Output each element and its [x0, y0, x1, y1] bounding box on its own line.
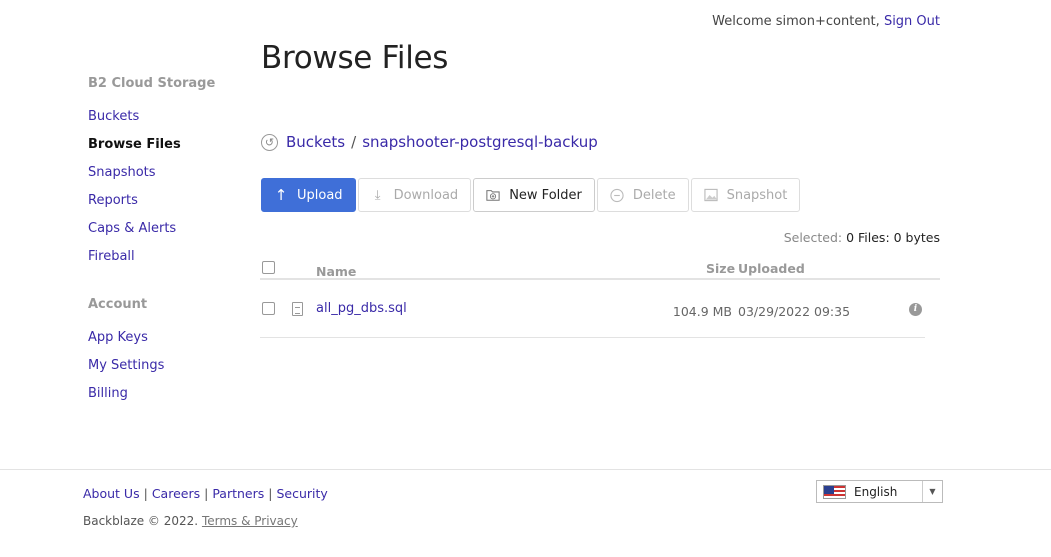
back-icon[interactable]: ↺ — [261, 133, 278, 151]
file-size: 104.9 MB — [672, 304, 732, 319]
image-icon — [703, 188, 718, 202]
sidebar-item-fireball[interactable]: Fireball — [88, 243, 248, 271]
select-all-checkbox[interactable] — [262, 261, 275, 274]
main-content: Browse Files — [261, 40, 941, 76]
column-size[interactable]: Size — [706, 261, 735, 276]
footer: About Us | Careers | Partners | Security Backb… — [0, 469, 1051, 557]
arrow-up-icon: ↑ — [274, 186, 288, 204]
new-folder-button[interactable]: New Folder — [473, 178, 595, 212]
footer-links: About Us | Careers | Partners | Security — [83, 486, 328, 501]
welcome-text: Welcome simon+content, — [712, 14, 880, 29]
folder-plus-icon — [486, 188, 500, 202]
sidebar-item-my-settings[interactable]: My Settings — [88, 352, 248, 380]
selection-value: 0 Files: 0 bytes — [846, 230, 940, 245]
delete-button[interactable]: Delete — [596, 178, 689, 212]
copyright-text: Backblaze © 2022. — [83, 514, 199, 528]
footer-careers-link[interactable]: Careers — [152, 486, 200, 501]
download-button[interactable]: ⤓ Download — [357, 178, 472, 212]
column-uploaded[interactable]: Uploaded — [738, 261, 805, 276]
selection-label: Selected: — [783, 230, 843, 245]
info-icon[interactable]: i — [909, 303, 922, 316]
sign-out-link[interactable]: Sign Out — [884, 14, 940, 29]
breadcrumb-buckets-link[interactable]: Buckets — [286, 133, 345, 151]
footer-separator: | — [268, 486, 273, 501]
sidebar-item-snapshots[interactable]: Snapshots — [88, 159, 248, 187]
upload-button[interactable]: ↑ Upload — [261, 178, 356, 212]
language-label: English — [854, 484, 898, 499]
top-bar: Welcome simon+content, Sign Out — [712, 14, 940, 29]
snapshot-label: Snapshot — [726, 187, 788, 203]
sidebar-heading-storage: B2 Cloud Storage — [88, 76, 216, 91]
footer-partners-link[interactable]: Partners — [212, 486, 264, 501]
chevron-down-icon[interactable]: ▼ — [922, 481, 942, 502]
column-name[interactable]: Name — [316, 264, 356, 279]
new-folder-label: New Folder — [509, 187, 582, 203]
file-icon — [292, 302, 303, 316]
table-header: Name Size Uploaded — [260, 258, 940, 280]
selection-summary: Selected: 0 Files: 0 bytes — [784, 230, 940, 245]
sidebar-item-buckets[interactable]: Buckets — [88, 103, 248, 131]
table-row[interactable]: all_pg_dbs.sql 104.9 MB 03/29/2022 09:35… — [260, 290, 925, 338]
minus-circle-icon — [610, 188, 624, 202]
sidebar-item-browse-files[interactable]: Browse Files — [88, 131, 248, 159]
footer-security-link[interactable]: Security — [277, 486, 328, 501]
download-icon: ⤓ — [374, 187, 381, 203]
page-title: Browse Files — [261, 40, 449, 76]
sidebar-item-caps-alerts[interactable]: Caps & Alerts — [88, 215, 248, 243]
footer-about-link[interactable]: About Us — [83, 486, 140, 501]
breadcrumb-separator: / — [351, 133, 357, 151]
file-table: Name Size Uploaded all_pg_dbs.sql 104.9 … — [260, 258, 940, 338]
sidebar-item-billing[interactable]: Billing — [88, 380, 248, 408]
snapshot-button[interactable]: Snapshot — [690, 178, 801, 212]
upload-label: Upload — [297, 187, 343, 203]
language-select[interactable]: English ▼ — [816, 480, 943, 503]
download-label: Download — [393, 187, 459, 203]
copyright: Backblaze © 2022. Terms & Privacy — [83, 514, 298, 528]
sidebar-heading-account: Account — [88, 297, 148, 312]
file-name-link[interactable]: all_pg_dbs.sql — [316, 301, 407, 316]
delete-label: Delete — [632, 187, 676, 203]
sidebar-item-app-keys[interactable]: App Keys — [88, 324, 248, 352]
sidebar-item-reports[interactable]: Reports — [88, 187, 248, 215]
file-toolbar: ↑ Upload ⤓ Download New Folder Delete Sn… — [261, 178, 801, 212]
sidebar: B2 Cloud Storage Buckets Browse Files Sn… — [88, 76, 248, 408]
footer-separator: | — [204, 486, 209, 501]
row-checkbox[interactable] — [262, 302, 275, 315]
file-uploaded: 03/29/2022 09:35 — [738, 304, 851, 319]
breadcrumb: ↺ Buckets / snapshooter-postgresql-backu… — [261, 133, 598, 151]
terms-privacy-link[interactable]: Terms & Privacy — [202, 514, 298, 528]
us-flag-icon — [823, 484, 846, 499]
breadcrumb-current-bucket[interactable]: snapshooter-postgresql-backup — [362, 133, 598, 151]
footer-separator: | — [143, 486, 148, 501]
